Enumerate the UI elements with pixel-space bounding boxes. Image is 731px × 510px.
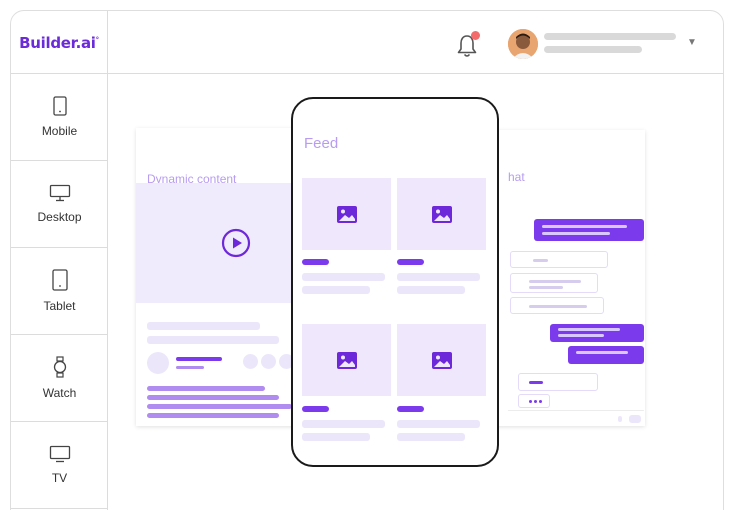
card-title: hat (508, 170, 525, 184)
text-placeholder (302, 286, 370, 294)
image-icon (336, 205, 357, 223)
feed-title: Feed (304, 135, 339, 152)
tablet-icon (51, 269, 68, 291)
mobile-icon (52, 96, 67, 116)
sidebar-item-label: Tablet (43, 299, 76, 313)
sidebar-item-label: Desktop (37, 210, 82, 224)
sidebar-item-tv[interactable]: TV (11, 422, 108, 509)
text-placeholder (147, 395, 279, 400)
reaction-placeholder (261, 354, 276, 369)
text-placeholder (397, 420, 480, 428)
sidebar-item-watch[interactable]: Watch (11, 335, 108, 422)
phone-preview: Feed (291, 97, 499, 467)
feed-tile-image[interactable] (397, 178, 486, 250)
text-placeholder (147, 413, 279, 418)
chat-bubble-incoming (510, 297, 604, 314)
mic-icon[interactable] (618, 416, 622, 422)
text-placeholder (302, 273, 385, 281)
image-icon (431, 351, 452, 369)
feed-tile-image[interactable] (302, 324, 391, 396)
reaction-placeholder (243, 354, 258, 369)
chat-bubble-incoming (518, 373, 598, 391)
avatar[interactable] (508, 29, 538, 59)
feed-tile-title (397, 406, 424, 412)
sidebar-item-label: Watch (42, 386, 77, 400)
sidebar-item-label: TV (51, 471, 68, 485)
sidebar-item-desktop[interactable]: Desktop (11, 161, 108, 248)
chat-bubble-outgoing (550, 324, 644, 342)
feed-tile-image[interactable] (397, 324, 486, 396)
desktop-icon (49, 184, 70, 202)
feed-tile-image[interactable] (302, 178, 391, 250)
user-name-placeholder (544, 33, 676, 40)
chat-bubble-outgoing (534, 219, 644, 241)
text-placeholder (397, 286, 465, 294)
attachment-icon[interactable] (629, 415, 641, 423)
sidebar-item-label: Mobile (41, 124, 78, 138)
name-placeholder (176, 357, 222, 361)
chat-bubble-incoming (510, 273, 598, 293)
text-placeholder (147, 404, 292, 409)
text-placeholder (397, 433, 465, 441)
notification-dot (471, 31, 480, 40)
text-placeholder (302, 433, 370, 441)
text-placeholder (302, 420, 385, 428)
feed-tile-title (302, 406, 329, 412)
sidebar-item-tablet[interactable]: Tablet (11, 248, 108, 335)
feed-tile-title (302, 259, 329, 265)
divider (508, 410, 644, 411)
tv-icon (49, 445, 70, 463)
play-icon[interactable] (221, 228, 251, 258)
logo-container[interactable]: Builder.ai° (11, 11, 108, 74)
builder-logo: Builder.ai° (19, 33, 99, 52)
chat-bubble-incoming (510, 251, 608, 268)
sidebar-item-mobile[interactable]: Mobile (11, 74, 108, 161)
user-role-placeholder (544, 46, 642, 53)
image-icon (336, 351, 357, 369)
typing-indicator (518, 394, 550, 408)
top-bar: Builder.ai° ▼ (11, 11, 723, 74)
chat-bubble-outgoing (568, 346, 644, 364)
device-sidebar: Mobile Desktop Tablet Watch TV (11, 74, 108, 510)
watch-icon (53, 356, 66, 378)
avatar-placeholder (147, 352, 169, 374)
text-placeholder (147, 386, 265, 391)
feed-tile-title (397, 259, 424, 265)
text-placeholder (397, 273, 480, 281)
text-placeholder (147, 322, 260, 330)
meta-placeholder (176, 366, 204, 369)
text-placeholder (147, 336, 279, 344)
chevron-down-icon[interactable]: ▼ (687, 37, 697, 48)
image-icon (431, 205, 452, 223)
